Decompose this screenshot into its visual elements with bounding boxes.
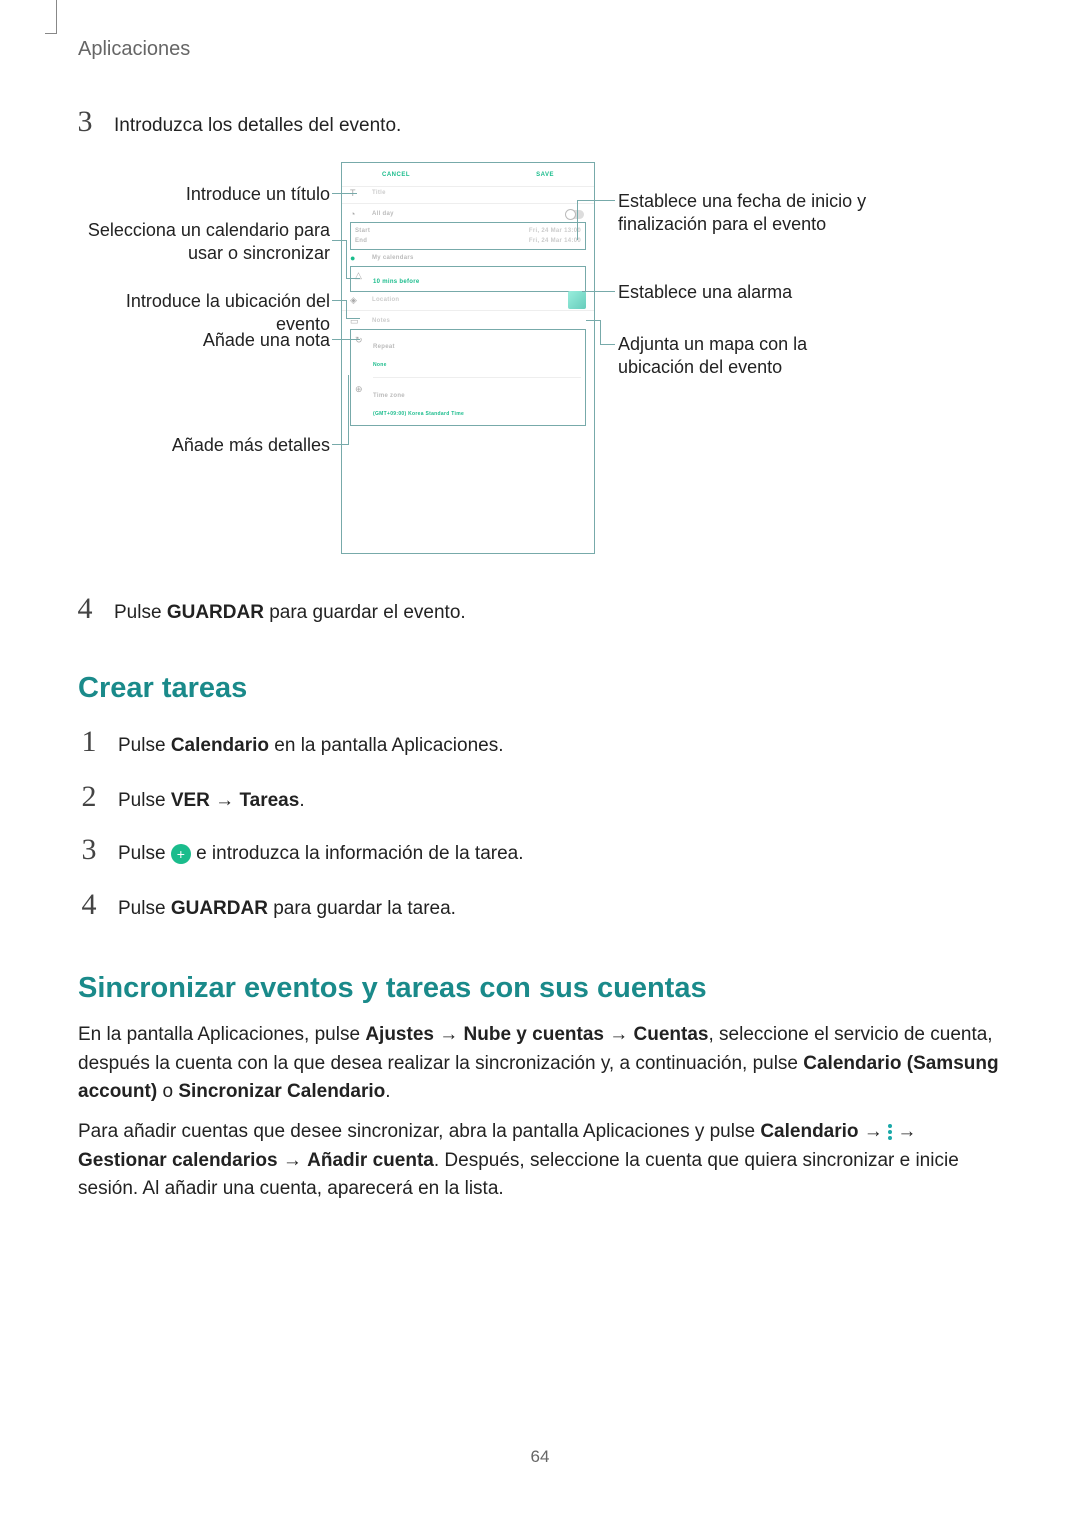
- step-number: 3: [78, 833, 100, 867]
- section-crear-tareas: Crear tareas: [78, 672, 247, 705]
- step-3-text: Introduzca los detalles del evento.: [114, 115, 401, 137]
- step-text: Pulse + e introduzca la información de l…: [118, 843, 524, 865]
- fig-allday: All day: [372, 211, 394, 217]
- step-number: 2: [78, 780, 100, 814]
- cancel-button: CANCEL: [382, 172, 410, 178]
- sync-paragraph-2: Para añadir cuentas que desee sincroniza…: [78, 1118, 1002, 1204]
- crear-step-3: 3 Pulse + e introduzca la información de…: [78, 833, 524, 867]
- calendar-icon: ●: [350, 253, 361, 264]
- crear-step-1: 1 Pulse Calendario en la pantalla Aplica…: [78, 725, 504, 759]
- fig-start-label: Start: [355, 228, 370, 234]
- step-3: 3 Introduzca los detalles del evento.: [74, 105, 401, 139]
- fig-notes: Notes: [372, 318, 390, 324]
- fig-mycal: My calendars: [372, 255, 414, 261]
- fig-end-label: End: [355, 238, 367, 244]
- text: Pulse: [114, 602, 167, 623]
- page-number: 64: [531, 1447, 550, 1467]
- sync-paragraph-1: En la pantalla Aplicaciones, pulse Ajust…: [78, 1021, 1002, 1107]
- fig-calendar-row: ● My calendars: [342, 252, 594, 264]
- fig-allday-row: ◔ All day: [342, 208, 594, 220]
- pin-icon: ◈: [350, 295, 361, 306]
- tab-notch: [45, 0, 57, 34]
- step-text: Pulse GUARDAR para guardar la tarea.: [118, 898, 456, 920]
- crear-step-4: 4 Pulse GUARDAR para guardar la tarea.: [78, 888, 456, 922]
- callout-more: Añade más detalles: [78, 434, 330, 457]
- step-number: 4: [74, 592, 96, 626]
- fig-location-row: ◈ Location: [342, 294, 594, 306]
- step-number: 1: [78, 725, 100, 759]
- text: para guardar el evento.: [264, 602, 466, 623]
- allday-toggle: [566, 210, 584, 219]
- fig-none: None: [373, 362, 387, 368]
- step-number: 3: [74, 105, 96, 139]
- callout-dates: Establece una fecha de inicio y finaliza…: [618, 190, 878, 235]
- save-button: SAVE: [536, 172, 554, 178]
- map-thumbnail: [568, 291, 586, 309]
- step-text: Pulse VER → Tareas.: [118, 790, 305, 812]
- fig-tz: Time zone: [373, 393, 405, 399]
- add-icon: +: [171, 844, 191, 864]
- event-form-screenshot: CANCEL SAVE T Title ◔ All day Start Fri,…: [341, 162, 595, 554]
- bell-icon: △: [355, 270, 366, 281]
- clock-icon: ◔: [350, 209, 361, 220]
- fig-start-date: Fri, 24 Mar 13:00: [529, 228, 581, 234]
- callout-note: Añade una nota: [78, 329, 330, 352]
- fig-header: CANCEL SAVE: [342, 163, 594, 187]
- fig-end-date: Fri, 24 Mar 14:00: [529, 238, 581, 244]
- globe-icon: ⊕: [355, 384, 366, 395]
- section-sincronizar: Sincronizar eventos y tareas con sus cue…: [78, 972, 707, 1005]
- callout-calendar: Selecciona un calendario para usar o sin…: [78, 219, 330, 264]
- repeat-icon: ↻: [355, 335, 366, 346]
- step-4: 4 Pulse GUARDAR para guardar el evento.: [74, 592, 466, 626]
- fig-alarm: 10 mins before: [373, 279, 420, 285]
- step-number: 4: [78, 888, 100, 922]
- step-4-text: Pulse GUARDAR para guardar el evento.: [114, 602, 466, 624]
- fig-dates-box: Start Fri, 24 Mar 13:00 End Fri, 24 Mar …: [350, 222, 586, 250]
- callout-map: Adjunta un mapa con la ubicación del eve…: [618, 333, 878, 378]
- guardar-label: GUARDAR: [167, 602, 264, 623]
- callout-alarm: Establece una alarma: [618, 281, 878, 304]
- fig-alarm-box: △ 10 mins before: [350, 266, 586, 292]
- fig-title: Title: [372, 190, 386, 196]
- section-header: Aplicaciones: [78, 38, 190, 61]
- fig-location: Location: [372, 297, 399, 303]
- callout-title: Introduce un título: [78, 183, 330, 206]
- fig-title-row: T Title: [342, 187, 594, 199]
- callout-line: [332, 193, 357, 194]
- fig-tz-val: (GMT+09:00) Korea Standard Time: [373, 411, 464, 417]
- fig-more-box: ↻ Repeat None ⊕ Time zone (GMT+09:00) Ko…: [350, 329, 586, 426]
- crear-step-2: 2 Pulse VER → Tareas.: [78, 780, 305, 814]
- fig-notes-row: ▭ Notes: [342, 315, 594, 327]
- step-text: Pulse Calendario en la pantalla Aplicaci…: [118, 735, 504, 757]
- fig-repeat: Repeat: [373, 344, 395, 350]
